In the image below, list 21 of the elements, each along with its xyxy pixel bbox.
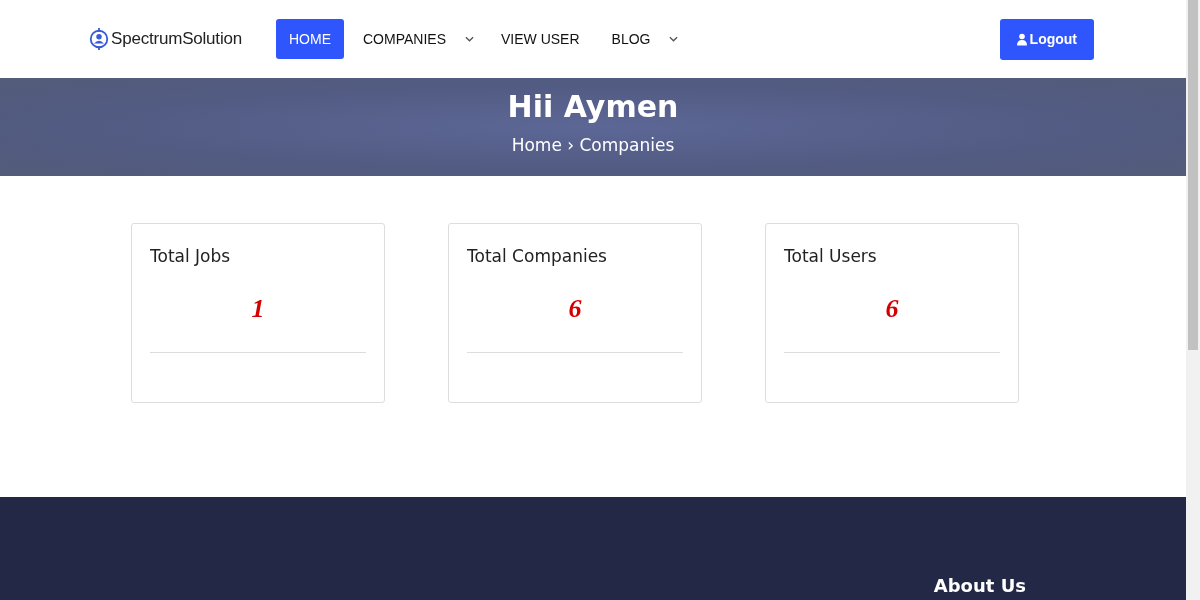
nav-link[interactable]: COMPANIES — [350, 19, 459, 59]
nav-link[interactable]: HOME — [276, 19, 344, 59]
breadcrumb[interactable]: Home › Companies — [511, 135, 675, 155]
stat-title: Total Companies — [467, 246, 608, 266]
stat-value: 6 — [567, 294, 583, 324]
nav-link[interactable]: BLOG — [598, 19, 664, 59]
banner-title: Hii Aymen — [507, 88, 679, 126]
logout-button[interactable]: Logout — [999, 18, 1094, 60]
stat-title: Total Users — [784, 246, 878, 266]
stat-value: 1 — [250, 294, 266, 324]
chevron-down-icon[interactable] — [669, 36, 679, 42]
footer-heading: About Us — [933, 575, 1026, 598]
stat-value: 6 — [884, 294, 900, 324]
scrollbar-thumb[interactable] — [1188, 0, 1198, 350]
nav-link[interactable]: VIEW USER — [488, 19, 593, 59]
user-icon — [1016, 32, 1027, 46]
logo-text: SpectrumSolution — [111, 29, 242, 49]
stat-title: Total Jobs — [150, 246, 232, 266]
scrollbar[interactable] — [1186, 0, 1200, 600]
logo-icon — [88, 27, 110, 51]
chevron-down-icon[interactable] — [465, 36, 474, 42]
